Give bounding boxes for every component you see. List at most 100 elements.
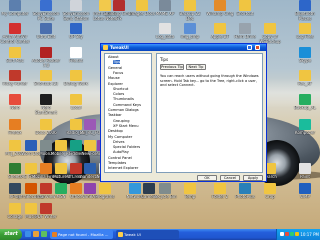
start-button[interactable]: start xyxy=(0,229,22,240)
building-gmail-fix-icon xyxy=(113,0,125,11)
tree-item-drives[interactable]: Drives xyxy=(105,140,151,145)
desktop-icon-dialog-work[interactable]: Dialog Work xyxy=(61,70,91,92)
desktop-icon-adobe-reader-7-0[interactable]: Adobe Reader 7.0 xyxy=(31,47,61,69)
tree-item-templates[interactable]: Templates xyxy=(105,161,151,166)
tree-item-about[interactable]: About xyxy=(105,55,151,60)
tree-item-desktop[interactable]: Desktop xyxy=(105,129,151,134)
minimize-button[interactable] xyxy=(247,45,252,50)
desktop-icon-ricky-parker[interactable]: Ricky Parker xyxy=(0,70,30,92)
desktop-icon-avira-antivir-control-center[interactable]: Avira AntiVir Control Center xyxy=(0,23,30,45)
quick-launch-icon[interactable] xyxy=(41,231,47,237)
tree-item-label: Command Keys xyxy=(113,102,142,107)
next-tip-button[interactable]: Next Tip xyxy=(186,64,206,70)
desktop-icon-bluetooth-places[interactable]: Bluetooth Places xyxy=(290,0,320,22)
tray-icon[interactable] xyxy=(290,232,294,236)
desktop-icon-label: SonyEricsson PC Suite xyxy=(32,12,60,21)
desktop-icon-docs-2006[interactable]: Docs 2006 xyxy=(31,119,61,141)
ok-button[interactable]: OK xyxy=(197,175,217,181)
tree-item-shortcut[interactable]: Shortcut xyxy=(105,86,151,92)
previous-tip-button[interactable]: Previous Tip xyxy=(160,64,184,70)
copy-of-wsbackup-icon xyxy=(264,23,276,34)
desktop-icon-programs[interactable]: Programs xyxy=(90,183,120,205)
desktop-icon-label: Nero StartSmart xyxy=(35,106,57,115)
desktop-icon-shortcut-2[interactable]: Shortcut (2) xyxy=(31,70,61,92)
desktop-icon-sonyericsson-sync-station[interactable]: SonyEricsson Sync Station xyxy=(61,0,91,22)
desktop-icon-label: Crop xyxy=(265,195,275,199)
sonyericsson-pc-suite-icon xyxy=(40,0,52,11)
desktop-icon-up-sky[interactable]: UP Sky xyxy=(61,23,91,45)
desktop-icon-label: My Computer xyxy=(1,12,29,16)
tree-item-common-dialogs[interactable]: Common Dialogs xyxy=(105,108,151,113)
tree-item-colors[interactable]: Colors xyxy=(105,92,151,97)
tray-icon[interactable] xyxy=(295,232,299,236)
tree-item-explorer[interactable]: Explorer xyxy=(105,82,151,87)
local-icon xyxy=(70,94,82,105)
desktop-icon-label: Bluetooth Places xyxy=(295,12,315,21)
tree-item-label: Taskbar xyxy=(108,113,122,118)
desktop-icon-sort-mac[interactable]: Sort Mac xyxy=(0,47,30,69)
tree-item-taskbar[interactable]: Taskbar xyxy=(105,113,151,118)
tree-item-mouse[interactable]: Mouse xyxy=(105,76,151,81)
desktop-icon-sonyericsson-pc-suite[interactable]: SonyEricsson PC Suite xyxy=(31,0,61,22)
desktop-icon-local[interactable]: Local xyxy=(61,94,91,116)
cancel-button[interactable]: Cancel xyxy=(220,175,240,181)
desktop-icon-kompozer[interactable]: Kompozer xyxy=(290,119,320,141)
quick-launch-icon[interactable] xyxy=(25,231,31,237)
tree-item-tips[interactable]: Tips xyxy=(105,60,151,65)
tree-item-label: Tips xyxy=(113,60,121,65)
tree-item-label: XP Start Menu xyxy=(113,123,139,128)
quick-launch-icon[interactable] xyxy=(33,231,39,237)
pdf-writer-icon xyxy=(40,203,52,214)
tree-item-control-panel[interactable]: Control Panel xyxy=(105,156,151,161)
desktop-icon-paint[interactable]: Paint xyxy=(290,163,320,185)
tree-item-special-folders[interactable]: Special Folders xyxy=(105,145,151,150)
tree-item-autoplay[interactable]: AutoPlay xyxy=(105,150,151,155)
tips-panel: Tips Previous Tip Next Tip You can reach… xyxy=(156,53,263,173)
tree-item-focus[interactable]: Focus xyxy=(105,71,151,76)
tree-item-general[interactable]: General xyxy=(105,66,151,71)
bluetooth-places-icon xyxy=(299,0,311,11)
tray-icon[interactable] xyxy=(285,232,289,236)
tree-item-label: Colors xyxy=(113,92,125,97)
desktop-icon-file-txt[interactable]: File.txt xyxy=(61,47,91,69)
desktop-icon-nero[interactable]: Nero xyxy=(0,94,30,116)
desktop-icon-rec-kf[interactable]: Rec_KF xyxy=(290,70,320,92)
desktop-icon-my-computer[interactable]: My Computer xyxy=(0,0,30,22)
desktop-icon-backup-22-dec[interactable]: Backup 22 Dec xyxy=(175,0,205,22)
desktop-icon-shortcut[interactable]: Shortcut xyxy=(230,0,260,22)
settings-tree[interactable]: About Tips General Focus Mouse Explorer Shortc… xyxy=(104,53,152,173)
tree-item-grouping[interactable]: Grouping xyxy=(105,119,151,124)
window-titlebar[interactable]: TweakUI xyxy=(101,44,266,51)
desktop-icon-firefox[interactable]: Firefox xyxy=(0,119,30,141)
desktop-icon-ultra-edit[interactable]: Ultra Edit xyxy=(31,23,61,45)
taskbar-button-page-not-found-mozilla[interactable]: Page not found - Mozilla ... xyxy=(50,230,113,239)
tree-item-my-computer[interactable]: My Computer xyxy=(105,135,151,140)
desktop-icon-label: Rec_KF xyxy=(297,82,313,86)
desktop-icon-copy-of-wsbackup[interactable]: Copy of WSBackup xyxy=(255,23,285,45)
desktop-icon-wmp[interactable]: WMP xyxy=(290,183,320,205)
tree-item-label: About xyxy=(108,55,119,59)
task-app-icon xyxy=(52,232,57,237)
desktop-icon-pdf-writer[interactable]: PDF Writer xyxy=(31,203,61,225)
desktop-icon-crop[interactable]: Crop xyxy=(255,183,285,205)
desktop-icon-img-cmp[interactable]: img_cmp xyxy=(175,23,205,45)
desktop-icon-temp[interactable]: Temp xyxy=(175,183,205,205)
close-button[interactable] xyxy=(255,45,260,50)
desktop-icon-skype[interactable]: Skype xyxy=(290,47,320,69)
tree-item-label: Shortcut xyxy=(113,86,129,91)
taskbar-button-tweak-ui[interactable]: Tweak UI xyxy=(116,230,179,239)
tree-item-xp-start-menu[interactable]: XP Start Menu xyxy=(105,123,151,129)
tweakui-window[interactable]: TweakUI About Tips General Focus Mouse Explor… xyxy=(100,43,267,182)
task-label: Tweak UI xyxy=(124,232,141,237)
desktop-icon-log-files[interactable]: Log Files xyxy=(290,23,320,45)
tray-icon[interactable] xyxy=(280,232,284,236)
desktop-icon-nero-startsmart[interactable]: Nero StartSmart xyxy=(31,94,61,116)
apply-button[interactable]: Apply xyxy=(243,175,263,181)
clock: 10:17 PM xyxy=(300,232,319,237)
tree-item-thumbnails[interactable]: Thumbnails xyxy=(105,97,151,102)
task-label: Page not found - Mozilla ... xyxy=(58,232,109,237)
tree-item-command-keys[interactable]: Command Keys xyxy=(105,102,151,108)
desktop-icon-backup-xl[interactable]: Backup_XL xyxy=(290,94,320,116)
desktop-icon-label: Skype xyxy=(298,59,312,63)
tree-item-internet-explorer[interactable]: Internet Explorer xyxy=(105,166,151,171)
